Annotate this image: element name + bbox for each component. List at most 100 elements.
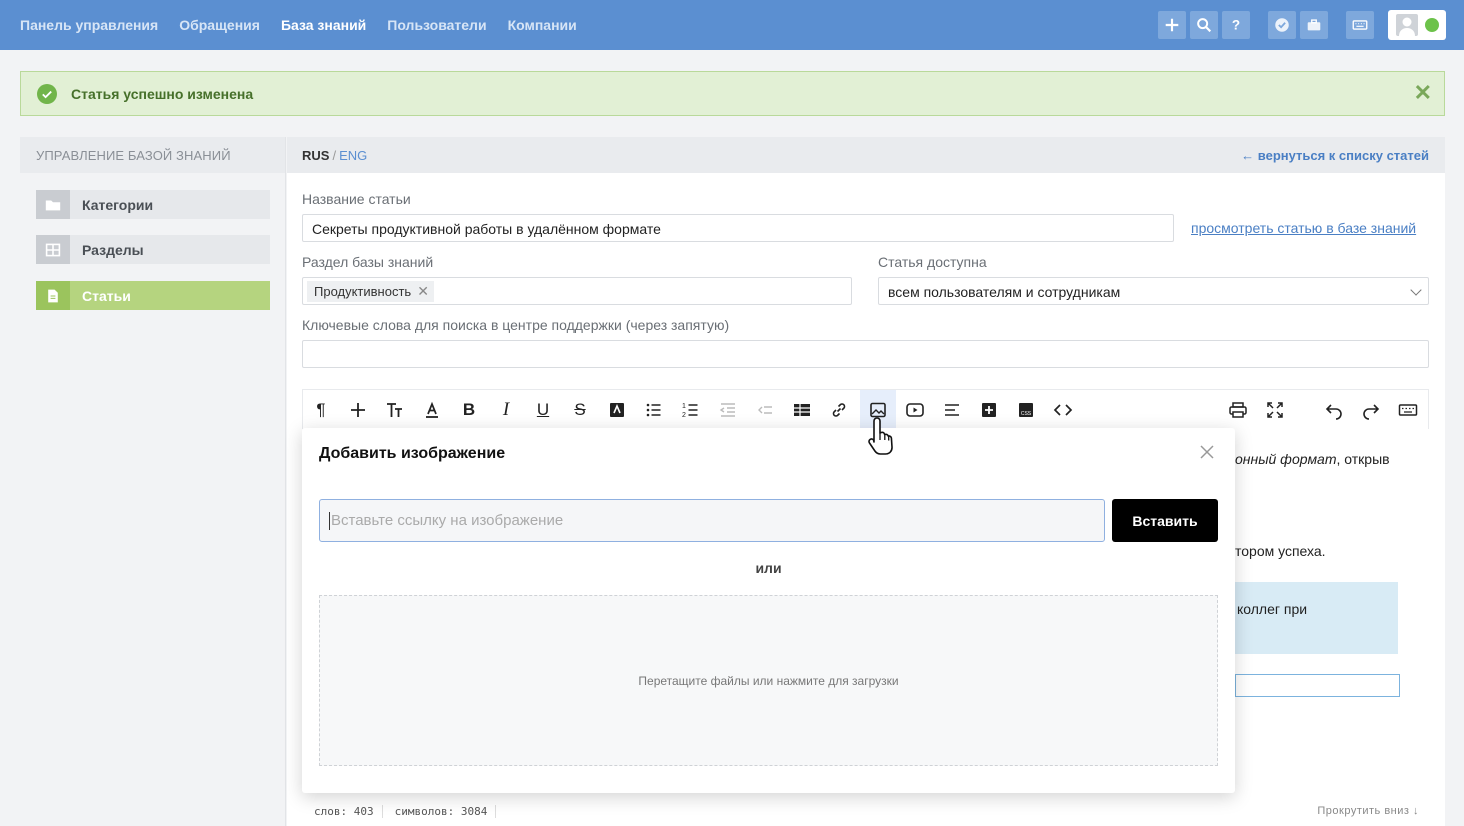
- text-size-icon[interactable]: [377, 390, 413, 430]
- sidebar-item-label: Статьи: [82, 287, 131, 304]
- grid-icon: [36, 235, 70, 264]
- add-image-modal: Добавить изображение Вставьте ссылку на …: [302, 428, 1235, 793]
- briefcase-icon[interactable]: [1300, 11, 1328, 39]
- top-icons: ?: [1154, 10, 1446, 40]
- modal-title: Добавить изображение: [319, 445, 506, 462]
- dropzone-text: Перетащите файлы или нажмите для загрузк…: [638, 673, 899, 688]
- access-select[interactable]: всем пользователям и сотрудникам: [878, 277, 1429, 305]
- outdent-icon[interactable]: [710, 390, 746, 430]
- section-label: Раздел базы знаний: [302, 254, 434, 270]
- image-url-input[interactable]: Вставьте ссылку на изображение: [319, 499, 1105, 542]
- svg-text:2: 2: [682, 412, 686, 419]
- nav-knowledge-base[interactable]: База знаний: [281, 17, 366, 33]
- text-caret: [329, 511, 330, 530]
- keywords-input[interactable]: [302, 340, 1429, 368]
- align-icon[interactable]: [934, 390, 970, 430]
- success-alert: Статья успешно изменена ✕: [20, 71, 1445, 116]
- svg-text:?: ?: [1232, 18, 1240, 33]
- sidebar-item-articles[interactable]: Статьи: [36, 281, 270, 310]
- undo-icon[interactable]: [1316, 390, 1352, 430]
- top-navbar: Панель управления Обращения База знаний …: [0, 0, 1464, 50]
- file-dropzone[interactable]: Перетащите файлы или нажмите для загрузк…: [319, 595, 1218, 766]
- document-icon: [36, 281, 70, 310]
- char-count: символов: 3084: [383, 804, 497, 818]
- alert-close-icon[interactable]: ✕: [1414, 82, 1432, 104]
- video-icon[interactable]: [897, 390, 933, 430]
- table-icon[interactable]: [784, 390, 820, 430]
- italic-icon[interactable]: I: [488, 390, 524, 430]
- css-icon[interactable]: CSS: [1008, 390, 1044, 430]
- chevron-down-icon: [1410, 284, 1422, 296]
- code-icon[interactable]: [1045, 390, 1081, 430]
- search-icon[interactable]: [1190, 11, 1218, 39]
- title-input[interactable]: Секреты продуктивной работы в удалённом …: [302, 214, 1174, 242]
- underline-icon[interactable]: U: [525, 390, 561, 430]
- text-color-icon[interactable]: [414, 390, 450, 430]
- or-divider: или: [755, 560, 782, 576]
- sidebar-item-label: Категории: [82, 196, 154, 213]
- back-to-articles-link[interactable]: ← вернуться к списку статей: [1241, 148, 1429, 163]
- title-label: Название статьи: [302, 191, 411, 207]
- editor-text-line[interactable]: тором успеха.: [1235, 543, 1326, 559]
- section-select[interactable]: Продуктивность ✕: [302, 277, 852, 305]
- lang-rus-tab[interactable]: RUS: [302, 148, 329, 163]
- print-icon[interactable]: [1220, 390, 1256, 430]
- bullet-list-icon[interactable]: [636, 390, 672, 430]
- main-nav: Панель управления Обращения База знаний …: [0, 17, 577, 33]
- check-circle-icon[interactable]: [1268, 11, 1296, 39]
- sidebar: УПРАВЛЕНИЕ БАЗОЙ ЗНАНИЙ Категории Раздел…: [20, 137, 286, 826]
- svg-text:CSS: CSS: [1021, 411, 1032, 417]
- quote-text: коллег при: [1237, 601, 1308, 617]
- remove-tag-icon[interactable]: ✕: [417, 283, 429, 300]
- strikethrough-icon[interactable]: S: [562, 390, 598, 430]
- status-online-dot: [1424, 18, 1439, 32]
- highlight-icon[interactable]: [599, 390, 635, 430]
- user-avatar-icon: [1395, 14, 1418, 36]
- link-icon[interactable]: [821, 390, 857, 430]
- lang-separator: /: [332, 147, 337, 163]
- add-plus-icon[interactable]: [340, 390, 376, 430]
- view-article-link[interactable]: просмотреть статью в базе знаний: [1191, 220, 1416, 236]
- section-tag: Продуктивность ✕: [307, 281, 434, 302]
- add-block-icon[interactable]: [971, 390, 1007, 430]
- sidebar-item-label: Разделы: [82, 241, 144, 258]
- success-check-icon: [37, 83, 57, 104]
- editor-selected-block[interactable]: [1235, 674, 1400, 697]
- image-url-placeholder: Вставьте ссылку на изображение: [331, 512, 564, 529]
- nav-dashboard[interactable]: Панель управления: [20, 17, 158, 33]
- folder-icon: [36, 190, 70, 219]
- plus-icon[interactable]: [1158, 11, 1186, 39]
- hand-pointer-cursor-icon: [868, 417, 893, 455]
- svg-text:1: 1: [682, 403, 686, 410]
- fullscreen-icon[interactable]: [1257, 390, 1293, 430]
- insert-button[interactable]: Вставить: [1112, 499, 1218, 542]
- sidebar-item-sections[interactable]: Разделы: [36, 235, 270, 264]
- nav-tickets[interactable]: Обращения: [179, 17, 260, 33]
- panel-header: RUS / ENG ← вернуться к списку статей: [287, 137, 1445, 173]
- numbered-list-icon[interactable]: 12: [673, 390, 709, 430]
- user-menu[interactable]: [1388, 10, 1446, 40]
- keyboard-shortcuts-icon[interactable]: [1390, 390, 1426, 430]
- lang-eng-tab[interactable]: ENG: [339, 148, 367, 163]
- editor-quote-block[interactable]: коллег при: [1235, 582, 1398, 654]
- editor-text-line[interactable]: онный формат, открыв: [1235, 451, 1390, 467]
- text: , открыв: [1336, 451, 1390, 467]
- bold-icon[interactable]: B: [451, 390, 487, 430]
- nav-companies[interactable]: Компании: [508, 17, 577, 33]
- nav-users[interactable]: Пользователи: [387, 17, 486, 33]
- help-icon[interactable]: ?: [1222, 11, 1250, 39]
- editor-statusbar: слов: 403 символов: 3084: [302, 797, 1429, 825]
- alert-message: Статья успешно изменена: [71, 85, 254, 102]
- scroll-down-link[interactable]: Прокрутить вниз ↓: [1317, 805, 1419, 817]
- sidebar-title: УПРАВЛЕНИЕ БАЗОЙ ЗНАНИЙ: [20, 137, 285, 173]
- redo-icon[interactable]: [1353, 390, 1389, 430]
- paragraph-icon[interactable]: ¶: [303, 390, 339, 430]
- sidebar-item-categories[interactable]: Категории: [36, 190, 270, 219]
- keyboard-icon[interactable]: [1346, 11, 1374, 39]
- access-label: Статья доступна: [878, 254, 987, 270]
- section-tag-label: Продуктивность: [314, 284, 412, 299]
- indent-icon[interactable]: [747, 390, 783, 430]
- access-value: всем пользователям и сотрудникам: [888, 284, 1121, 300]
- word-count: слов: 403: [302, 804, 383, 818]
- close-icon[interactable]: [1199, 444, 1215, 460]
